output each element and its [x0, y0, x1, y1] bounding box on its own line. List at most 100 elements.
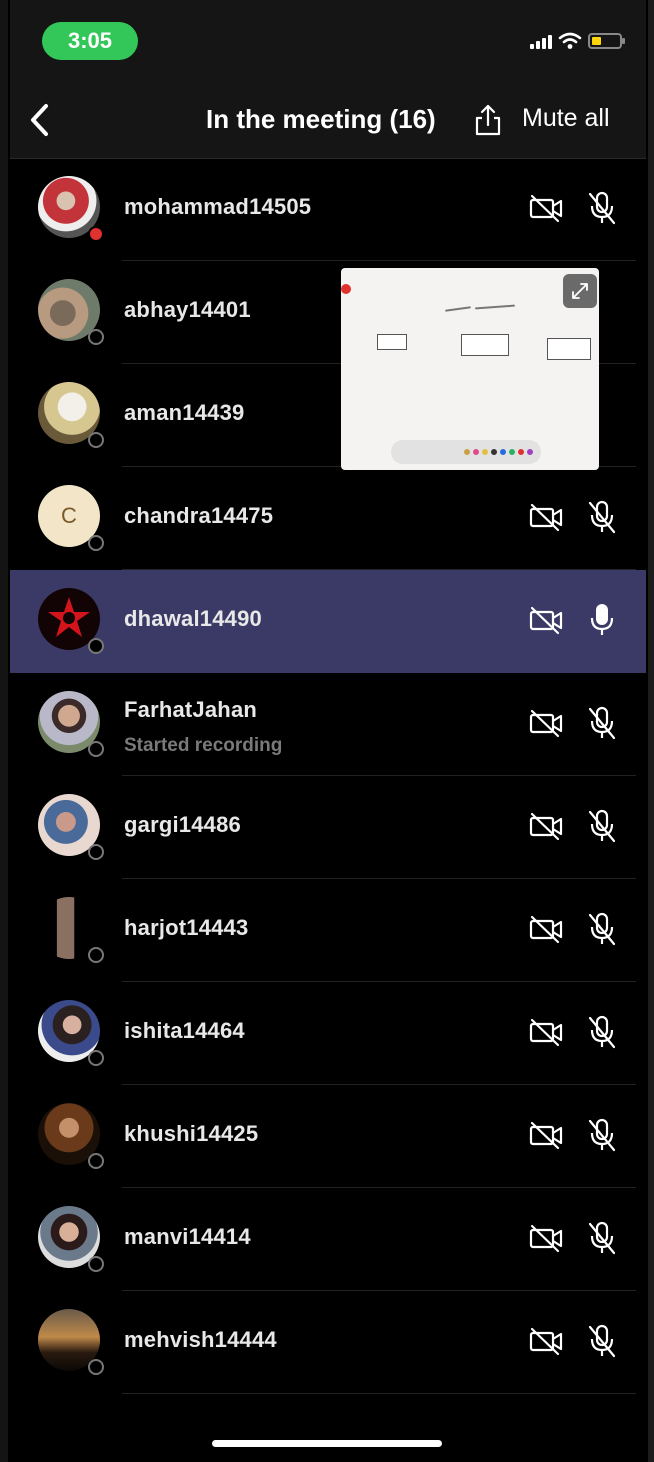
participant-name: gargi14486	[124, 812, 241, 837]
mic-muted-button[interactable]	[582, 497, 622, 537]
participant-row[interactable]: FarhatJahan Started recording	[10, 673, 646, 776]
participant-row[interactable]: khushi14425	[10, 1085, 646, 1188]
avatar	[38, 1206, 104, 1272]
video-off-icon	[529, 503, 563, 532]
status-dot	[88, 638, 104, 654]
status-dot	[88, 844, 104, 860]
mute-all-button[interactable]: Mute all	[522, 104, 610, 133]
video-off-icon	[529, 606, 563, 635]
meeting-header: In the meeting (16) Mute all	[10, 80, 646, 159]
screen-share-preview[interactable]	[341, 268, 599, 470]
camera-off-button[interactable]	[526, 497, 566, 537]
participant-name: mohammad14505	[124, 194, 312, 219]
status-dot	[88, 1153, 104, 1169]
back-button[interactable]	[24, 100, 56, 140]
mic-muted-button[interactable]	[582, 703, 622, 743]
mic-muted-button[interactable]	[582, 1218, 622, 1258]
whiteboard-scribble	[474, 304, 516, 310]
mic-off-icon	[588, 500, 616, 534]
status-dot	[88, 1359, 104, 1375]
status-dot	[88, 535, 104, 551]
status-dot	[88, 432, 104, 448]
whiteboard-box	[547, 338, 591, 360]
video-off-icon	[529, 1224, 563, 1253]
mic-off-icon	[588, 912, 616, 946]
avatar: C	[38, 485, 104, 551]
camera-off-button[interactable]	[526, 1218, 566, 1258]
avatar	[38, 691, 104, 757]
participant-row[interactable]: mohammad14505	[10, 158, 646, 261]
mic-off-icon	[588, 191, 616, 225]
camera-off-button[interactable]	[526, 188, 566, 228]
row-divider	[122, 1393, 636, 1394]
signal-icon	[530, 33, 552, 49]
mic-off-icon	[588, 1118, 616, 1152]
share-icon	[475, 104, 501, 136]
participant-status-text: Started recording	[124, 735, 283, 756]
participant-row[interactable]: C chandra14475	[10, 467, 646, 570]
participant-name: ishita14464	[124, 1018, 245, 1043]
avatar	[38, 1103, 104, 1169]
participant-name: abhay14401	[124, 297, 251, 322]
video-off-icon	[529, 194, 563, 223]
participant-row[interactable]: harjot14443	[10, 879, 646, 982]
page-title: In the meeting (16)	[206, 104, 436, 134]
mic-muted-button[interactable]	[582, 1321, 622, 1361]
participant-row[interactable]: manvi14414	[10, 1188, 646, 1291]
home-indicator	[212, 1440, 442, 1447]
status-icons	[530, 32, 625, 50]
share-button[interactable]	[470, 100, 506, 140]
avatar	[38, 176, 104, 242]
participant-name: manvi14414	[124, 1224, 251, 1249]
participant-name: harjot14443	[124, 915, 249, 940]
video-off-icon	[529, 812, 563, 841]
participant-row-active-speaker[interactable]: dhawal14490	[10, 570, 646, 673]
mic-off-icon	[588, 706, 616, 740]
avatar	[38, 382, 104, 448]
mic-on-button[interactable]	[582, 600, 622, 640]
wifi-icon	[558, 32, 582, 49]
whiteboard-box	[461, 334, 509, 356]
video-off-icon	[529, 1018, 563, 1047]
participant-name: mehvish14444	[124, 1327, 277, 1352]
participant-name: dhawal14490	[124, 606, 262, 631]
participant-row[interactable]: ishita14464	[10, 982, 646, 1085]
camera-off-button[interactable]	[526, 1321, 566, 1361]
camera-off-button[interactable]	[526, 806, 566, 846]
status-time: 3:05	[42, 22, 138, 60]
expand-preview-button[interactable]	[563, 274, 597, 308]
camera-off-button[interactable]	[526, 1012, 566, 1052]
participant-row[interactable]: gargi14486	[10, 776, 646, 879]
mic-muted-button[interactable]	[582, 909, 622, 949]
mic-off-icon	[588, 1324, 616, 1358]
whiteboard-box	[377, 334, 407, 350]
expand-icon	[572, 283, 588, 299]
whiteboard-scribble	[444, 306, 472, 312]
camera-off-button[interactable]	[526, 1115, 566, 1155]
status-dot	[88, 947, 104, 963]
status-bar: 3:05	[10, 0, 646, 80]
mic-icon	[590, 604, 614, 635]
battery-icon	[588, 33, 625, 49]
whiteboard-toolbar[interactable]	[391, 440, 541, 464]
video-off-icon	[529, 915, 563, 944]
camera-off-button[interactable]	[526, 909, 566, 949]
mic-muted-button[interactable]	[582, 1012, 622, 1052]
camera-off-button[interactable]	[526, 600, 566, 640]
participant-name: aman14439	[124, 400, 245, 425]
avatar	[38, 794, 104, 860]
participant-name: FarhatJahan	[124, 697, 258, 722]
avatar	[38, 1309, 104, 1375]
mic-off-icon	[588, 1221, 616, 1255]
avatar	[38, 279, 104, 345]
participant-row[interactable]: mehvish14444	[10, 1291, 646, 1394]
camera-off-button[interactable]	[526, 703, 566, 743]
mic-off-icon	[588, 1015, 616, 1049]
recording-dot	[341, 284, 351, 294]
mic-muted-button[interactable]	[582, 1115, 622, 1155]
participant-name: khushi14425	[124, 1121, 259, 1146]
mic-muted-button[interactable]	[582, 806, 622, 846]
status-dot	[88, 1050, 104, 1066]
mic-muted-button[interactable]	[582, 188, 622, 228]
avatar	[38, 897, 104, 963]
